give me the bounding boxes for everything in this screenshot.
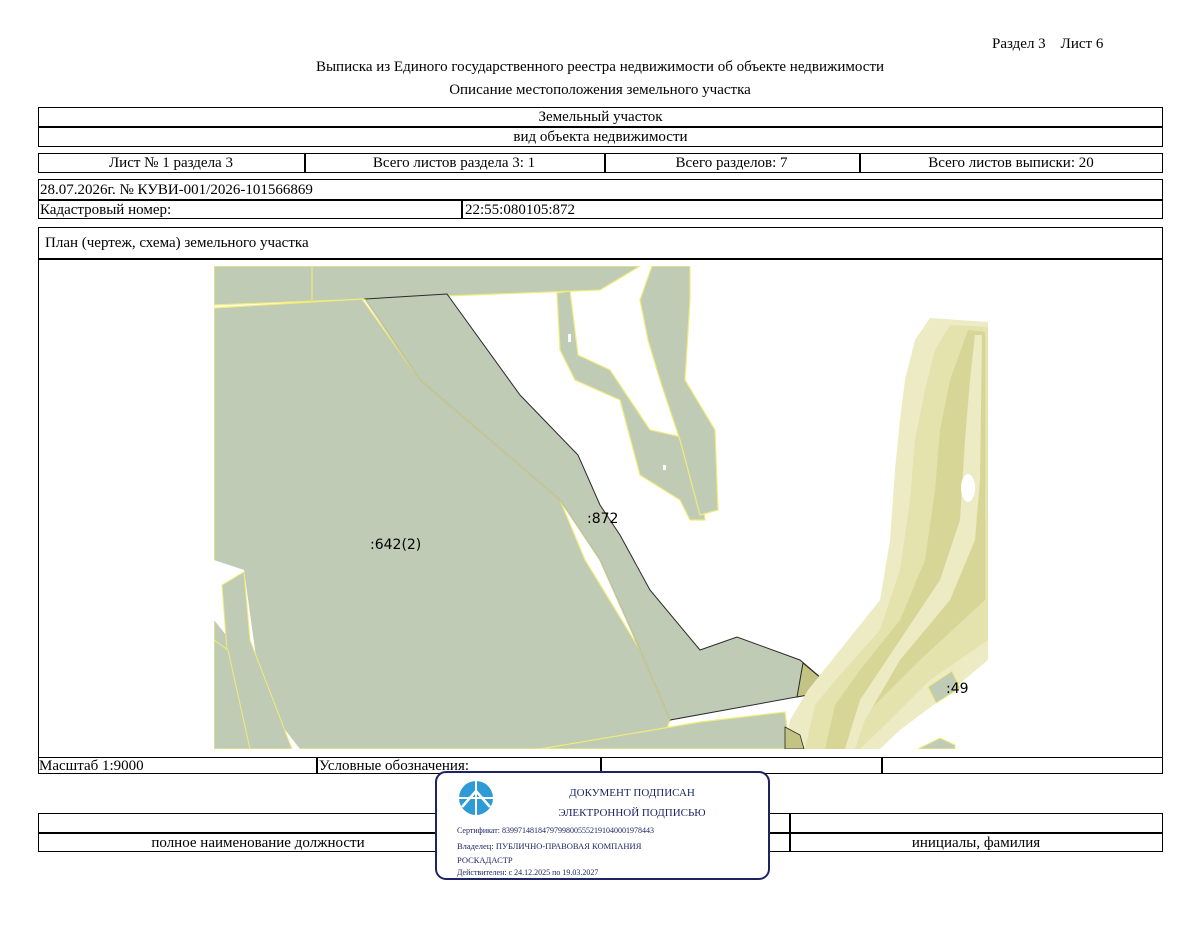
- position-caption: полное наименование должности: [151, 835, 365, 851]
- stamp-line-2: ЭЛЕКТРОННОЙ ПОДПИСЬЮ: [558, 807, 706, 819]
- stamp-certificate: Сертификат: 8399714818479799800555219104…: [457, 826, 654, 835]
- stamp-line-1: ДОКУМЕНТ ПОДПИСАН: [569, 787, 695, 799]
- label-642: :642(2): [370, 537, 421, 553]
- roskadastr-logo-icon: [459, 781, 493, 815]
- label-872: :872: [587, 511, 618, 527]
- scale-label: Масштаб 1:9000: [39, 758, 144, 774]
- stamp-valid: Действителен: с 24.12.2025 по 19.03.2027: [457, 868, 599, 877]
- e-signature-stamp: ДОКУМЕНТ ПОДПИСАН ЭЛЕКТРОННОЙ ПОДПИСЬЮ С…: [435, 771, 770, 880]
- label-49: :49: [946, 681, 969, 697]
- stamp-owner-1: Владелец: ПУБЛИЧНО-ПРАВОВАЯ КОМПАНИЯ: [457, 841, 642, 851]
- stamp-owner-2: РОСКАДАСТР: [457, 855, 513, 865]
- name-caption: инициалы, фамилия: [911, 835, 1041, 851]
